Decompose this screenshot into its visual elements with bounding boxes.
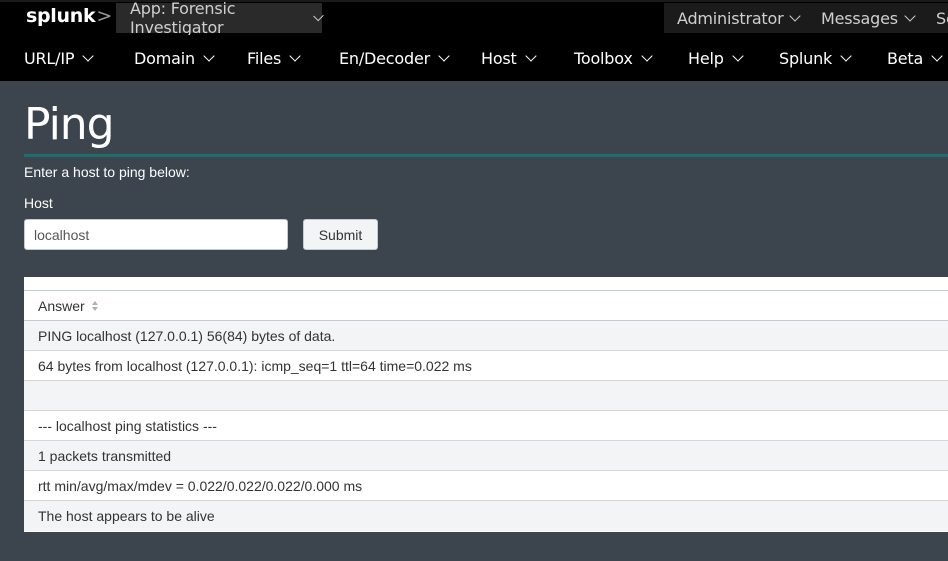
page-title: Ping: [24, 99, 115, 150]
chevron-down-icon: [789, 9, 802, 22]
nav-toolbox[interactable]: Toolbox: [574, 35, 653, 81]
table-row: The host appears to be alive: [24, 501, 948, 531]
logo-chevron: >: [96, 5, 112, 27]
nav-host[interactable]: Host: [481, 35, 537, 81]
nav-url-ip[interactable]: URL/IP: [24, 35, 94, 81]
chevron-down-icon: [524, 49, 537, 62]
host-input[interactable]: [24, 219, 288, 250]
chevron-down-icon: [289, 49, 301, 62]
submit-button[interactable]: Submit: [303, 219, 378, 250]
messages-menu-label: Messages: [821, 8, 898, 28]
nav-label: URL/IP: [24, 48, 75, 68]
intro-text: Enter a host to ping below:: [24, 164, 190, 180]
chevron-down-icon: [904, 9, 916, 22]
table-row: --- localhost ping statistics ---: [24, 411, 948, 441]
title-divider: [24, 154, 948, 157]
app-menu[interactable]: App: Forensic Investigator: [116, 0, 324, 37]
table-row: PING localhost (127.0.0.1) 56(84) bytes …: [24, 321, 948, 351]
chevron-down-icon: [732, 49, 744, 62]
app-menu-label: App: Forensic Investigator: [130, 0, 236, 37]
user-menu-label: Administrator: [677, 8, 784, 28]
nav-en-decoder[interactable]: En/Decoder: [339, 35, 450, 81]
results-table: Answer PING localhost (127.0.0.1) 56(84)…: [24, 277, 948, 532]
nav-domain[interactable]: Domain: [134, 35, 215, 81]
nav-label: En/Decoder: [339, 48, 430, 68]
chevron-down-icon: [313, 10, 324, 21]
nav-label: Files: [247, 48, 282, 68]
table-row: rtt min/avg/max/mdev = 0.022/0.022/0.022…: [24, 471, 948, 501]
table-row: 1 packets transmitted: [24, 441, 948, 471]
chevron-down-icon: [840, 49, 852, 62]
table-row: 64 bytes from localhost (127.0.0.1): icm…: [24, 351, 948, 381]
table-body: PING localhost (127.0.0.1) 56(84) bytes …: [24, 321, 948, 531]
nav-label: Domain: [134, 48, 195, 68]
chevron-down-icon: [203, 49, 215, 62]
main-nav: URL/IP Domain Files En/Decoder Host Tool…: [0, 35, 948, 81]
messages-menu[interactable]: Messages: [821, 3, 916, 33]
table-row: [24, 381, 948, 411]
nav-label: Toolbox: [574, 48, 633, 68]
top-bar: splunk> App: Forensic Investigator Admin…: [0, 0, 948, 37]
settings-menu[interactable]: Se: [936, 3, 948, 33]
nav-label: Beta: [887, 48, 924, 68]
splunk-logo[interactable]: splunk>: [26, 5, 112, 29]
column-header-label: Answer: [38, 297, 85, 314]
chevron-down-icon: [640, 49, 653, 62]
chevron-down-icon: [438, 49, 450, 62]
settings-menu-label: Se: [936, 8, 948, 28]
sort-icon: [91, 300, 99, 312]
nav-label: Splunk: [779, 48, 833, 68]
results-table-top: [24, 277, 948, 291]
nav-help[interactable]: Help: [688, 35, 744, 81]
nav-files[interactable]: Files: [247, 35, 301, 81]
nav-label: Help: [688, 48, 724, 68]
nav-beta[interactable]: Beta: [887, 35, 943, 81]
nav-splunk[interactable]: Splunk: [779, 35, 852, 81]
nav-label: Host: [481, 48, 517, 68]
answer-column-header[interactable]: Answer: [24, 291, 948, 321]
logo-text: splunk: [26, 5, 96, 27]
chevron-down-icon: [82, 49, 94, 62]
user-menu[interactable]: Administrator: [677, 3, 802, 33]
host-label: Host: [24, 195, 53, 211]
chevron-down-icon: [931, 49, 943, 62]
